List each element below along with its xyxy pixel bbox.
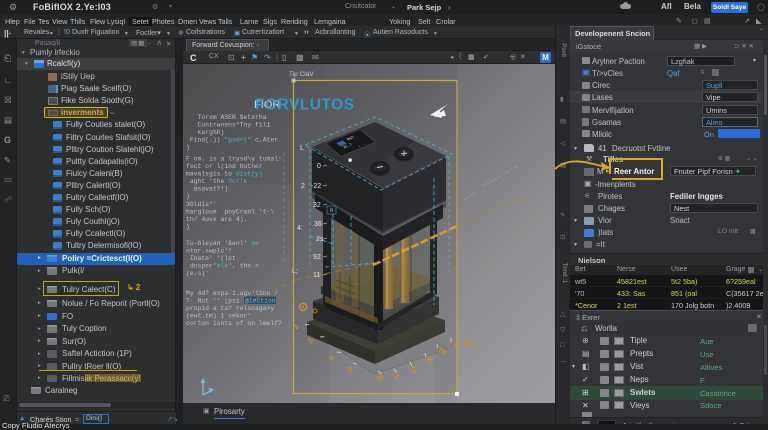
svg-text:Contrwnens*Tny fil1: Contrwnens*Tny fil1 [186, 122, 271, 129]
svg-text:L: L [300, 145, 304, 152]
svg-text:Tip ClaV: Tip ClaV [289, 71, 314, 78]
svg-text:asavat?!): asavat?!) [186, 186, 228, 193]
svg-text:32: 32 [313, 202, 321, 209]
svg-text:Inate' '(lot: Inate' '(lot [186, 255, 236, 262]
svg-text:aght 'the Scr!k: aght 'the Scr!k [186, 178, 248, 185]
svg-text:L;: L; [292, 268, 298, 275]
svg-text:F om. is a lrysd\y tumal:: F om. is a lrysd\y tumal: [186, 156, 282, 163]
svg-text:Find(.)) "psd<t" c,Ater: Find(.)) "psd<t" c,Ater [186, 137, 278, 144]
svg-text:3Gldis*': 3Gldis*' [186, 201, 217, 208]
svg-text:@lection: @lection [245, 298, 276, 305]
svg-text:corton isnts of on lmelf?: corton isnts of on lmelf? [186, 320, 282, 327]
svg-text:Torxm ASER $eterha: Torxm ASER $eterha [186, 114, 267, 121]
svg-text:92: 92 [313, 254, 321, 261]
svg-text:(e.s)': (e.s)' [186, 270, 209, 277]
svg-text:): ) [186, 193, 190, 200]
svg-text:-22: -22 [311, 183, 321, 190]
svg-text:FORVLUTOS: FORVLUTOS [255, 97, 355, 114]
svg-text:th/ 4uvx are 4).: th/ 4uvx are 4). [186, 216, 247, 223]
svg-text:36: 36 [314, 221, 322, 228]
svg-text:): ) [186, 224, 190, 231]
svg-text:ntor.swplc'!: ntor.swplc'! [186, 248, 232, 255]
svg-text:11: 11 [313, 272, 320, 279]
svg-text:2: 2 [301, 183, 305, 190]
svg-text:n: n [330, 207, 334, 214]
svg-text:Tu-bleyan '&enl' de: Tu-bleyan '&enl' de [186, 240, 259, 247]
svg-text:mavalsgis to dist(y): mavalsgis to dist(y) [186, 171, 263, 178]
svg-text:dnsper'mle', the >: dnsper'mle', the > [186, 263, 259, 270]
svg-text:T- Not '' (psi: T- Not '' (psi [186, 298, 244, 305]
svg-text:0: 0 [317, 163, 321, 170]
svg-text:karg%h): karg%h) [186, 129, 224, 136]
svg-text:4:: 4: [297, 225, 303, 232]
svg-text:My 4d? expa-1.agv'l1ne /: My 4d? expa-1.agv'l1ne / [186, 290, 278, 297]
svg-text:fect or l(ind buther: fect or l(ind buther [186, 163, 263, 170]
svg-text:): ) [186, 144, 190, 151]
svg-text:2s: 2s [316, 236, 324, 243]
svg-text:hargloue poyCranl 't-\: hargloue poyCranl 't-\ [186, 209, 274, 216]
svg-text:(ewt.tm) 1 sekor': (ewt.tm) 1 sekor' [186, 313, 251, 320]
svg-text:propid a ta? relscaga>y: propid a ta? relscaga>y [186, 305, 274, 312]
